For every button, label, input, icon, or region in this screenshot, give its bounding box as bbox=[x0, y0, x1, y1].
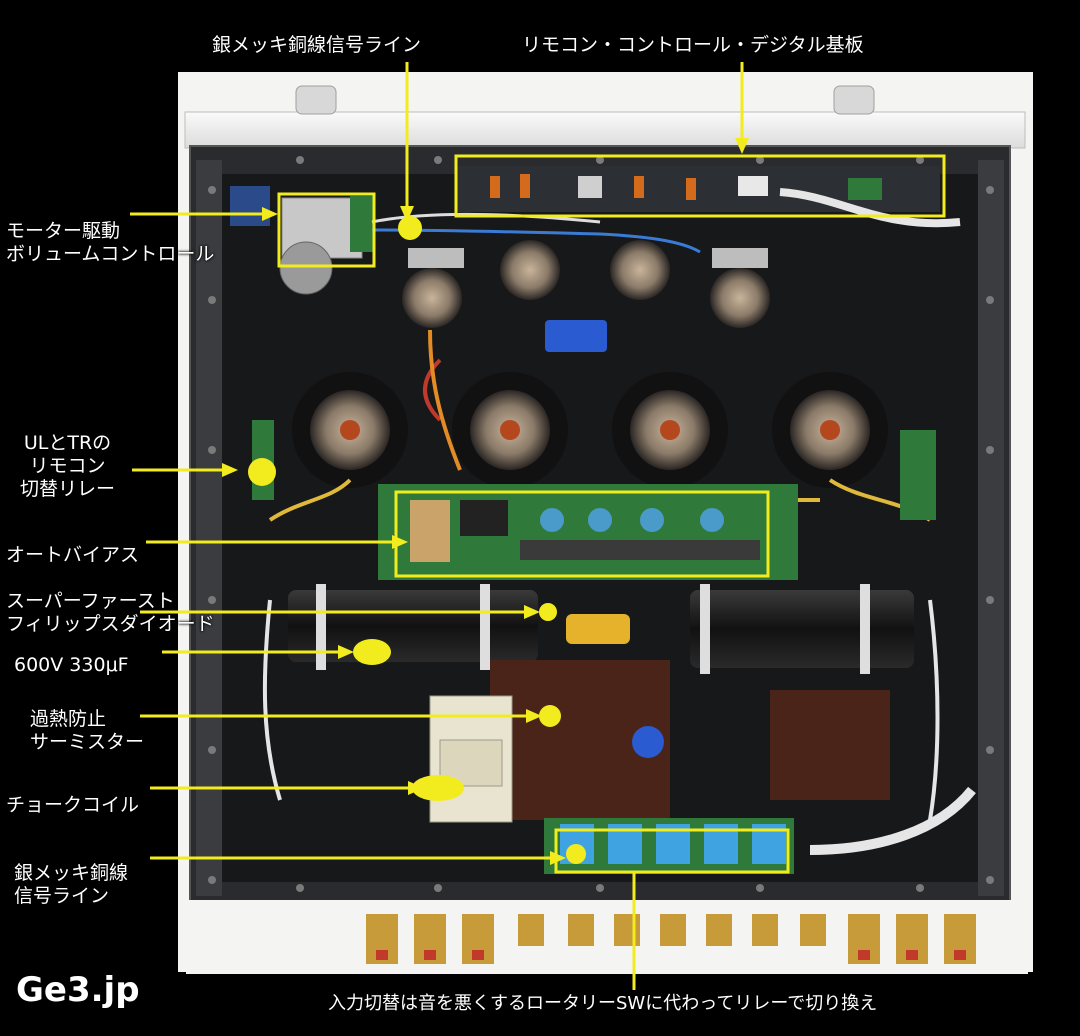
dot-choke bbox=[412, 775, 464, 801]
arrow-motor bbox=[262, 207, 278, 221]
label-relay-line-2: リモコン bbox=[29, 455, 106, 477]
label-fast-diode: スーパーファースト フィリップスダイオード bbox=[6, 590, 215, 636]
label-diode-line-2: フィリップスダイオード bbox=[6, 613, 215, 635]
dot-input-relay bbox=[566, 844, 586, 864]
arrow-top-right bbox=[735, 138, 749, 154]
arrow-autobias bbox=[392, 535, 408, 549]
dot-thermistor bbox=[539, 705, 561, 727]
label-silver-signal-line-top: 銀メッキ銅線信号ライン bbox=[212, 34, 422, 56]
arrow-capacitor bbox=[338, 645, 354, 659]
dot-capacitor bbox=[353, 639, 391, 665]
label-digital-control-board: リモコン・コントロール・デジタル基板 bbox=[522, 34, 864, 56]
callout-overlay bbox=[130, 62, 946, 990]
label-choke-coil: チョークコイル bbox=[6, 794, 140, 816]
label-thermistor-line-1: 過熱防止 bbox=[30, 708, 107, 730]
label-bottom-left-line-2: 信号ライン bbox=[14, 885, 110, 907]
label-thermistor: 過熱防止 サーミスター bbox=[30, 708, 144, 754]
arrow-diode bbox=[524, 605, 540, 619]
label-bottom-left-line-1: 銀メッキ銅線 bbox=[14, 862, 129, 884]
box-motor-volume bbox=[277, 192, 376, 268]
label-ul-tr-relay: ULとTRの リモコン 切替リレー bbox=[20, 432, 115, 501]
box-digital-board bbox=[454, 154, 946, 218]
arrow-bottom-left bbox=[550, 851, 566, 865]
label-diode-line-1: スーパーファースト bbox=[6, 590, 175, 612]
dot-signal-line bbox=[398, 216, 422, 240]
dot-diode bbox=[539, 603, 557, 621]
box-input-relays bbox=[554, 828, 790, 874]
box-autobias bbox=[394, 490, 770, 578]
dot-relay bbox=[248, 458, 276, 486]
arrow-relay bbox=[222, 463, 238, 477]
label-capacitor-spec: 600V 330μF bbox=[14, 654, 129, 676]
label-motor-volume-control: モーター駆動 ボリュームコントロール bbox=[6, 220, 214, 266]
label-motor-line-2: ボリュームコントロール bbox=[6, 243, 215, 265]
label-relay-line-1: ULとTRの bbox=[23, 432, 112, 454]
site-watermark: Ge3.jp bbox=[16, 970, 140, 1010]
label-autobias: オートバイアス bbox=[6, 544, 140, 566]
label-relay-line-3: 切替リレー bbox=[20, 478, 116, 500]
label-motor-line-1: モーター駆動 bbox=[6, 220, 121, 242]
leader-arrowheads bbox=[222, 138, 749, 865]
label-thermistor-line-2: サーミスター bbox=[30, 731, 145, 753]
annotated-amplifier-diagram: 銀メッキ銅線信号ライン リモコン・コントロール・デジタル基板 モーター駆動 ボリ… bbox=[0, 0, 1080, 1036]
label-silver-signal-line-bottom: 銀メッキ銅線 信号ライン bbox=[14, 862, 128, 908]
label-input-relay-caption: 入力切替は音を悪くするロータリーSWに代わってリレーで切り換え bbox=[328, 993, 878, 1014]
